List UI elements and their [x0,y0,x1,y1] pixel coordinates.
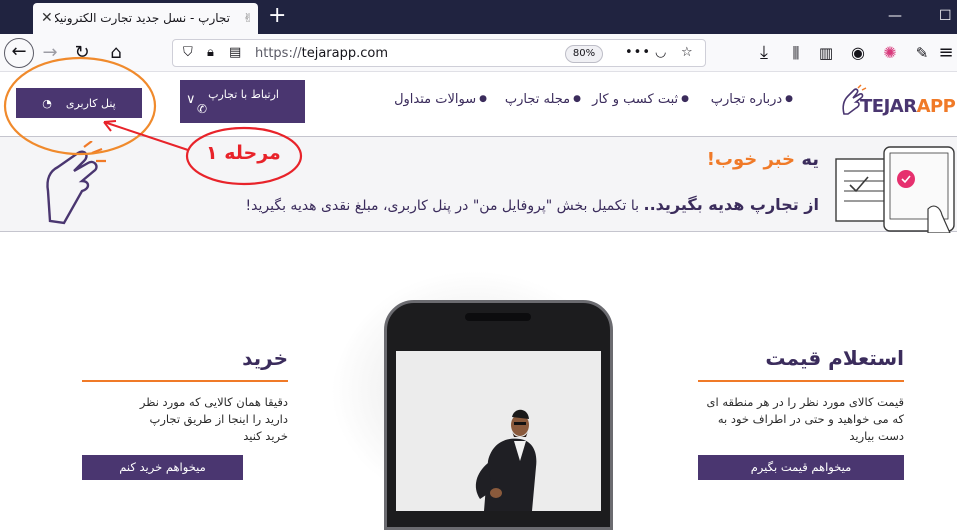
menu-item-magazine[interactable]: ●مجله تجارپ [505,92,581,107]
url-domain: tejarapp.com [301,46,388,61]
url-text[interactable]: https://tejarapp.com [255,46,388,61]
bullet-icon: ● [785,94,793,104]
url-protocol: https:// [255,46,302,61]
library-icon[interactable]: ⫼ [784,42,808,64]
lock-icon[interactable]: 🔒︎ [207,45,214,61]
bullet-icon: ● [573,94,581,104]
bullet-icon: ● [479,94,487,104]
menu-item-register-business[interactable]: ●ثبت کسب و کار [592,92,689,107]
feature-divider [698,380,904,382]
eyedropper-icon[interactable]: ✎ [910,42,934,64]
menu-icon[interactable]: ≡ [934,42,957,64]
bookmark-star-icon[interactable]: ☆ [681,45,693,61]
hand-illustration-icon [46,141,106,225]
sidebar-icon[interactable]: ▥ [814,42,838,64]
banner-headline: یه خبر خوب! [707,149,819,170]
feature-price-text: قیمت کالای مورد نظر را در هر منطقه ای که… [706,395,904,443]
feature-buy-title: خرید [242,346,288,370]
account-icon[interactable]: ◉ [846,42,870,64]
bullet-icon: ● [681,94,689,104]
tejarapp-logo[interactable]: TEJARAPP [838,82,956,122]
banner-subtext: از تجارپ هدیه بگیرید.. با تکمیل بخش "پرو… [246,195,819,214]
feature-price-inquiry: استعلام قیمت قیمت کالای مورد نظر را در ه… [698,346,904,480]
home-icon[interactable]: ⌂ [104,42,128,64]
logo-accent-text: APP [916,96,956,117]
minimize-icon[interactable]: — [888,8,902,24]
new-tab-icon[interactable]: + [268,4,286,28]
logo-main-text: TEJAR [860,96,917,117]
promo-banner: یه خبر خوب! از تجارپ هدیه بگیرید.. با تک… [0,136,957,233]
pocket-icon[interactable]: ◡ [655,45,666,61]
color-extension-icon[interactable]: ✺ [878,42,902,64]
phone-icon: ✆ [196,102,207,116]
reload-icon[interactable]: ↻ [70,42,94,64]
url-bar[interactable]: ⛉ 🔒︎ ▤ https://tejarapp.com 80% ••• ◡ ☆ [172,39,706,67]
banner-subtext-rest: با تکمیل بخش "پروفایل من" در پنل کاربری،… [245,198,640,214]
banner-subtext-bold: از تجارپ هدیه بگیرید.. [643,195,820,214]
forward-arrow-icon[interactable]: → [38,42,62,64]
menu-item-label: درباره تجارپ [710,92,783,107]
phone-screen-image [396,351,601,511]
logo-wordmark: TEJARAPP [860,96,956,117]
menu-item-label: مجله تجارپ [504,92,571,107]
feature-divider [82,380,288,382]
step-label: مرحله ۱ [206,142,281,164]
download-icon[interactable]: ⤓ [752,42,776,64]
menu-item-label: ثبت کسب و کار [592,92,679,107]
feature-buy-text: دقیقا همان کالایی که مورد نظر دارید را ا… [139,395,288,443]
get-price-button[interactable]: میخواهم قیمت بگیرم [698,455,904,480]
tab-title: تجارپ - نسل جدید تجارت الکترونیک [55,11,230,25]
menu-item-label: سوالات متداول [394,92,477,107]
browser-nav-bar: ← → ↻ ⌂ ⛉ 🔒︎ ▤ https://tejarapp.com 80% … [0,34,957,72]
form-and-phone-illustration-icon [835,146,955,233]
browser-tab-bar: ✕ تجارپ - نسل جدید تجارت الکترونیک ✌ + —… [0,0,957,34]
user-panel-button[interactable]: پنل کاربری ◔ [16,88,142,118]
zoom-level-badge[interactable]: 80% [565,45,603,63]
feature-buy: خرید دقیقا همان کالایی که مورد نظر دارید… [82,346,288,480]
menu-item-about[interactable]: ●درباره تجارپ [711,92,793,107]
page-actions-icon[interactable]: ••• [625,45,651,61]
dashboard-icon: ◔ [42,96,52,110]
back-arrow-icon[interactable]: ← [4,38,34,68]
banner-headline-prefix: یه [801,149,819,170]
menu-item-faq[interactable]: ●سوالات متداول [394,92,487,107]
phone-speaker [465,313,531,321]
contact-label: ارتباط با تجارپ [208,88,279,101]
shield-icon[interactable]: ⛉ [183,45,193,61]
close-tab-icon[interactable]: ✕ [41,10,53,26]
site-header: پنل کاربری ◔ ارتباط با تجارپ ✆ ∨ ●درباره… [0,72,957,136]
feature-price-title: استعلام قیمت [765,346,904,370]
contact-button[interactable]: ارتباط با تجارپ ✆ ∨ [180,80,305,123]
chevron-down-icon: ∨ [186,92,196,107]
maximize-icon[interactable]: ☐ [939,8,952,24]
buy-button[interactable]: میخواهم خرید کنم [82,455,243,480]
man-in-suit-image [396,351,601,511]
banner-headline-highlight: خبر خوب! [706,149,796,170]
tab-favicon-icon: ✌ [242,11,254,25]
reader-mode-icon[interactable]: ▤ [229,45,241,61]
browser-tab[interactable]: ✕ تجارپ - نسل جدید تجارت الکترونیک ✌ [33,3,258,34]
user-panel-label: پنل کاربری [65,96,116,110]
